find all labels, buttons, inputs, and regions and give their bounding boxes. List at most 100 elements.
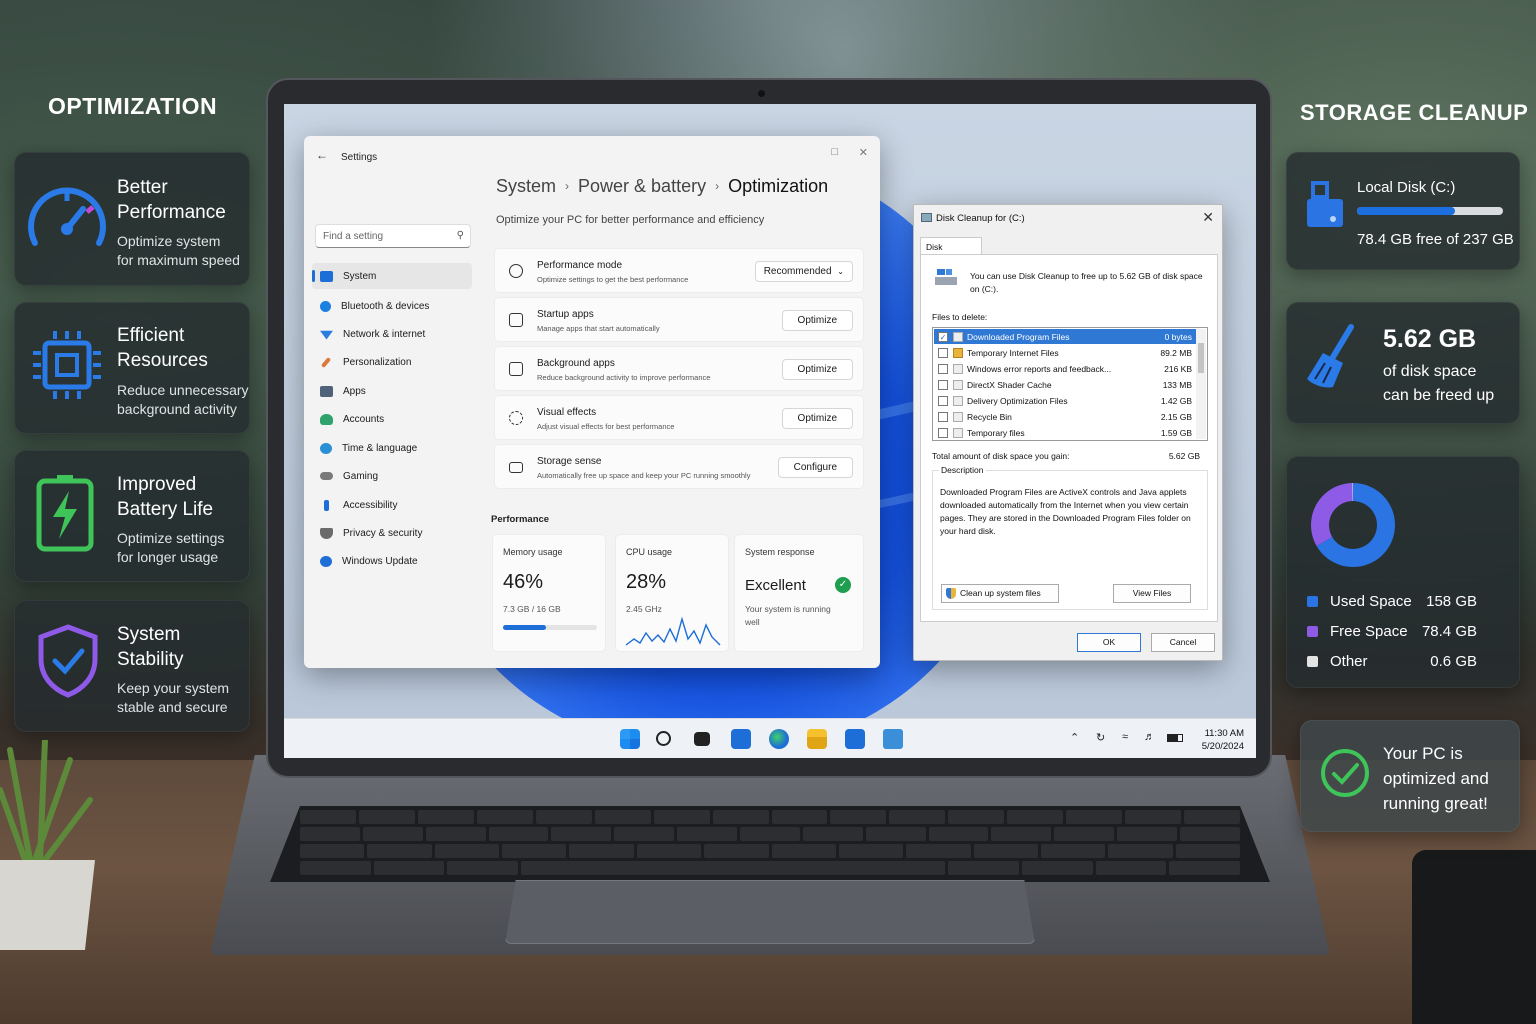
file-explorer-icon[interactable] [807, 729, 827, 749]
checkbox-checked[interactable]: ✓ [938, 332, 948, 342]
task-view-icon[interactable] [694, 732, 710, 746]
clean-up-system-files-button[interactable]: Clean up system files [941, 584, 1059, 603]
tab-disk-cleanup[interactable]: Disk Cleanup [920, 237, 982, 262]
file-size: 2.15 GB [1160, 412, 1192, 422]
dialog-close-icon[interactable]: ✕ [1202, 209, 1214, 226]
nav-item-gaming[interactable]: Gaming [312, 463, 472, 489]
card-title-line2: Stability [117, 649, 184, 670]
breadcrumb-optimization: Optimization [728, 176, 829, 196]
close-icon[interactable]: ✕ [859, 146, 868, 159]
wifi-icon [320, 330, 333, 340]
breadcrumb-power-battery[interactable]: Power & battery [578, 176, 706, 196]
wifi-icon[interactable]: ≈ [1122, 731, 1128, 743]
card-sub-line1: Optimize system [117, 233, 221, 249]
nav-item-system[interactable]: System [312, 263, 472, 289]
list-scrollbar[interactable] [1196, 329, 1206, 439]
card-system-stability: System Stability Keep your system stable… [14, 600, 250, 732]
nav-label: Time & language [342, 442, 418, 454]
nav-item-accessibility[interactable]: Accessibility [312, 492, 472, 518]
dropdown-value: Recommended [763, 266, 832, 277]
globe-icon [320, 442, 332, 454]
total-value: 5.62 GB [1168, 451, 1200, 461]
storage-sense-configure-button[interactable]: Configure [777, 457, 853, 478]
memory-progress-bar [503, 625, 597, 630]
nav-label: Windows Update [342, 555, 418, 567]
files-to-delete-label: Files to delete: [932, 312, 988, 322]
nav-item-accounts[interactable]: Accounts [312, 406, 472, 432]
file-item[interactable]: Temporary Internet Files 89.2 MB [934, 345, 1196, 360]
card-title-line2: Resources [117, 350, 208, 371]
memory-progress-fill [503, 625, 547, 630]
card-sub-line1: Keep your system [117, 680, 230, 696]
nav-item-personalization[interactable]: Personalization [312, 349, 472, 375]
battery-icon[interactable] [1167, 734, 1183, 742]
breadcrumb-system[interactable]: System [496, 176, 556, 196]
search-icon[interactable] [656, 731, 671, 746]
memory-usage-card: Memory usage 46% 7.3 GB / 16 GB [492, 534, 606, 652]
row-startup-apps[interactable]: Startup apps Manage apps that start auto… [494, 297, 864, 342]
settings-search-input[interactable]: Find a setting ⚲ [315, 224, 471, 248]
disk-cleanup-taskbar-icon[interactable] [883, 729, 903, 749]
row-performance-mode[interactable]: Performance mode Optimize settings to ge… [494, 248, 864, 293]
background-optimize-button[interactable]: Optimize [781, 359, 853, 380]
edge-browser-icon[interactable] [769, 729, 789, 749]
checkbox[interactable] [938, 396, 948, 406]
sync-icon[interactable]: ↻ [1096, 731, 1105, 744]
gamepad-icon [320, 472, 333, 480]
checkbox[interactable] [938, 380, 948, 390]
back-arrow-icon[interactable]: ← [316, 148, 328, 162]
row-visual-effects[interactable]: Visual effects Adjust visual effects for… [494, 395, 864, 440]
file-item[interactable]: Temporary files 1.59 GB [934, 425, 1196, 440]
widgets-icon[interactable] [731, 729, 751, 749]
row-background-apps[interactable]: Background apps Reduce background activi… [494, 346, 864, 391]
ok-button[interactable]: OK [1077, 633, 1141, 652]
nav-item-privacy[interactable]: Privacy & security [312, 520, 472, 546]
checkbox[interactable] [938, 348, 948, 358]
cancel-button[interactable]: Cancel [1151, 633, 1215, 652]
mug-decoration [1412, 850, 1536, 1024]
maximize-icon[interactable]: □ [831, 146, 838, 158]
volume-icon[interactable]: ♬ [1144, 731, 1155, 743]
visual-effects-optimize-button[interactable]: Optimize [781, 408, 853, 429]
card-improved-battery: Improved Battery Life Optimize settings … [14, 450, 250, 582]
row-storage-sense[interactable]: Storage sense Automatically free up spac… [494, 444, 864, 489]
performance-mode-dropdown[interactable]: Recommended ⌄ [754, 261, 853, 282]
file-item[interactable]: Windows error reports and feedback... 216… [934, 361, 1196, 376]
search-icon: ⚲ [456, 230, 464, 241]
freeable-amount: 5.62 GB [1383, 325, 1477, 353]
nav-item-network[interactable]: Network & internet [312, 321, 472, 347]
checkbox[interactable] [938, 364, 948, 374]
view-files-button[interactable]: View Files [1113, 584, 1191, 603]
update-icon [320, 555, 332, 567]
chevron-up-icon[interactable]: ⌃ [1070, 731, 1079, 744]
legend-name: Other [1330, 653, 1368, 670]
startup-optimize-button[interactable]: Optimize [781, 310, 853, 331]
legend-name: Free Space [1330, 623, 1408, 640]
nav-item-time-language[interactable]: Time & language [312, 435, 472, 461]
row-title: Startup apps [537, 309, 594, 320]
card-sub-line2: background activity [117, 401, 237, 417]
file-item[interactable]: ✓ Downloaded Program Files 0 bytes [934, 329, 1196, 344]
dialog-intro: You can use Disk Cleanup to free up to 5… [970, 271, 1203, 294]
total-label: Total amount of disk space you gain: [932, 451, 1070, 461]
file-item[interactable]: Delivery Optimization Files 1.42 GB [934, 393, 1196, 408]
uac-shield-icon [946, 588, 956, 599]
file-item[interactable]: DirectX Shader Cache 133 MB [934, 377, 1196, 392]
nav-item-apps[interactable]: Apps [312, 378, 472, 404]
checkbox[interactable] [938, 412, 948, 422]
file-item[interactable]: Recycle Bin 2.15 GB [934, 409, 1196, 424]
taskbar-clock[interactable]: 11:30 AM 5/20/2024 [1202, 727, 1244, 753]
checkbox[interactable] [938, 428, 948, 438]
file-size: 133 MB [1162, 380, 1192, 390]
nav-label: Personalization [343, 356, 412, 368]
description-label: Description [939, 465, 986, 475]
files-list[interactable]: ✓ Downloaded Program Files 0 bytes Tempora… [932, 327, 1208, 441]
clock-time: 11:30 AM [1204, 728, 1244, 739]
nav-item-bluetooth[interactable]: Bluetooth & devices [312, 293, 472, 319]
local-disk-usage-bar [1357, 207, 1503, 215]
start-icon[interactable] [620, 729, 640, 749]
nav-item-windows-update[interactable]: Windows Update [312, 548, 472, 574]
system-response-card: System response Excellent ✓ Your system … [734, 534, 864, 652]
store-icon[interactable] [845, 729, 865, 749]
card-sub-line2: for longer usage [117, 549, 219, 565]
